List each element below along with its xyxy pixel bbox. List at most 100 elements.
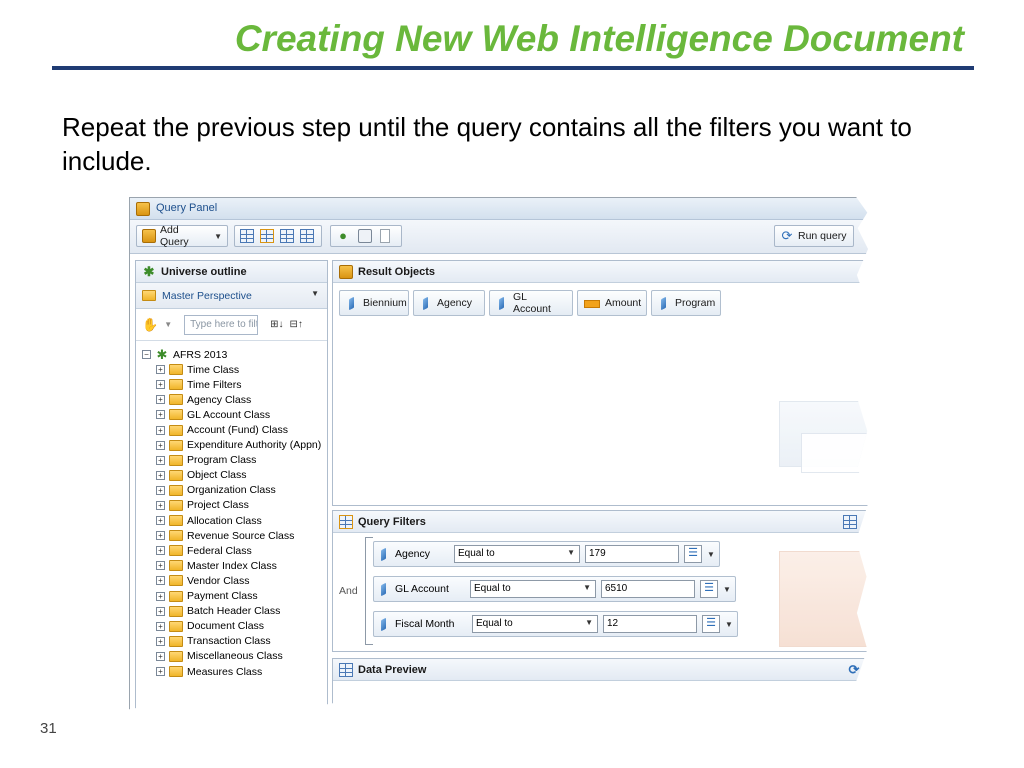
filter-value-input[interactable]: 179 [585,545,679,563]
universe-tree: − ✱ AFRS 2013 + Time Class + Time Filters + A… [142,347,328,679]
tool-buttons[interactable]: ● [330,225,402,247]
tree-class-label: Revenue Source Class [187,529,295,542]
tree-class-item[interactable]: + Account (Fund) Class [142,422,328,437]
folder-icon [169,499,183,511]
globe-icon[interactable]: ● [336,229,350,243]
tree-class-item[interactable]: + Time Class [142,362,328,377]
folder-icon [169,590,183,602]
result-object-chip[interactable]: GL Account [489,290,573,316]
tree-class-item[interactable]: + Batch Header Class [142,604,328,619]
tree-class-item[interactable]: + Master Index Class [142,558,328,573]
value-list-icon[interactable]: ☰ [702,615,720,633]
universe-outline-header: ✱ Universe outline [136,261,327,283]
properties-icon[interactable] [358,229,372,243]
expand-icon[interactable]: + [156,591,165,601]
tree-class-item[interactable]: + Allocation Class [142,513,328,528]
query-filter-row[interactable]: GL Account Equal to ▼ 6510 ☰ ▼ [373,576,736,602]
filter-operator-value: Equal to [458,548,495,559]
tree-class-item[interactable]: + Program Class [142,453,328,468]
and-operator-label[interactable]: And [339,585,358,597]
collapse-icon[interactable]: − [142,350,151,360]
tree-class-item[interactable]: + Transaction Class [142,634,328,649]
expand-icon[interactable]: + [156,576,165,586]
expand-icon[interactable]: + [156,425,165,435]
tree-class-item[interactable]: + Project Class [142,498,328,513]
expand-all-icon[interactable]: ⊞↓ [270,319,283,330]
expand-icon[interactable]: + [156,470,165,480]
value-list-icon[interactable]: ☰ [684,545,702,563]
table-icon[interactable] [280,229,294,243]
value-list-icon[interactable]: ☰ [700,580,718,598]
query-filter-row[interactable]: Agency Equal to ▼ 179 ☰ ▼ [373,541,720,567]
result-object-chip[interactable]: Program [651,290,721,316]
result-object-chip[interactable]: Agency [413,290,485,316]
filter-value-input[interactable]: 12 [603,615,697,633]
expand-icon[interactable]: + [156,440,165,450]
expand-icon[interactable]: + [156,365,165,375]
expand-icon[interactable]: + [156,606,165,616]
hand-tool-icon[interactable]: ✋ [142,317,158,333]
expand-icon[interactable]: + [156,485,165,495]
refresh-icon[interactable]: ⟳ [847,663,861,677]
expand-icon[interactable]: + [156,561,165,571]
expand-icon[interactable]: + [156,516,165,526]
tree-root[interactable]: − ✱ AFRS 2013 [142,347,328,362]
collapse-all-icon[interactable]: ⊟↑ [290,319,303,330]
tree-class-label: GL Account Class [187,408,271,421]
tree-class-item[interactable]: + Object Class [142,468,328,483]
tree-class-item[interactable]: + Revenue Source Class [142,528,328,543]
query-filter-row[interactable]: Fiscal Month Equal to ▼ 12 ☰ ▼ [373,611,738,637]
expand-icon[interactable]: + [156,531,165,541]
chevron-down-icon[interactable]: ▼ [723,585,731,594]
result-object-chip[interactable]: Biennium [339,290,409,316]
outline-search-input[interactable]: Type here to filt [184,314,259,335]
result-objects-panel: Result Objects Biennium Agency GL Account A… [332,260,869,506]
tree-class-item[interactable]: + Expenditure Authority (Appn) [142,438,328,453]
filter-operator-select[interactable]: Equal to ▼ [454,545,580,563]
document-icon[interactable] [380,229,390,243]
folder-icon [169,469,183,481]
filter-operator-select[interactable]: Equal to ▼ [470,580,596,598]
expand-icon[interactable]: + [156,636,165,646]
tree-class-item[interactable]: + Time Filters [142,377,328,392]
folder-icon [169,364,183,376]
result-object-chip[interactable]: Amount [577,290,647,316]
expand-icon[interactable]: + [156,621,165,631]
tree-class-label: Program Class [187,454,257,467]
perspective-icon [142,290,156,301]
tree-class-item[interactable]: + Payment Class [142,589,328,604]
filter-operator-select[interactable]: Equal to ▼ [472,615,598,633]
folder-icon [169,545,183,557]
filter-field-label: Fiscal Month [395,618,455,630]
data-preview-panel: Data Preview ⟳ [332,658,869,712]
chevron-down-icon[interactable]: ▼ [725,620,733,629]
folder-icon [169,530,183,542]
tree-class-item[interactable]: + GL Account Class [142,407,328,422]
tree-class-item[interactable]: + Organization Class [142,483,328,498]
tree-class-item[interactable]: + Vendor Class [142,573,328,588]
expand-icon[interactable]: + [156,546,165,556]
filter-options-icon[interactable] [843,515,857,529]
expand-icon[interactable]: + [156,455,165,465]
tree-class-item[interactable]: + Miscellaneous Class [142,649,328,664]
expand-icon[interactable]: + [156,500,165,510]
chevron-down-icon[interactable]: ▼ [164,320,172,329]
tree-class-item[interactable]: + Document Class [142,619,328,634]
tree-class-item[interactable]: + Federal Class [142,543,328,558]
perspective-select[interactable]: Master Perspective ▼ [136,283,327,309]
preview-icon[interactable] [300,229,314,243]
run-query-button[interactable]: ⟳ Run query [774,225,854,247]
expand-icon[interactable]: + [156,395,165,405]
filter-view-icon[interactable] [260,229,274,243]
tree-class-item[interactable]: + Measures Class [142,664,328,679]
layout-icon[interactable] [240,229,254,243]
chevron-down-icon[interactable]: ▼ [707,550,715,559]
expand-icon[interactable]: + [156,380,165,390]
add-query-button[interactable]: Add Query ▼ [136,224,228,248]
expand-icon[interactable]: + [156,410,165,420]
filter-value-input[interactable]: 6510 [601,580,695,598]
expand-icon[interactable]: + [156,667,165,677]
expand-icon[interactable]: + [156,651,165,661]
view-mode-buttons[interactable] [234,225,322,247]
tree-class-item[interactable]: + Agency Class [142,392,328,407]
